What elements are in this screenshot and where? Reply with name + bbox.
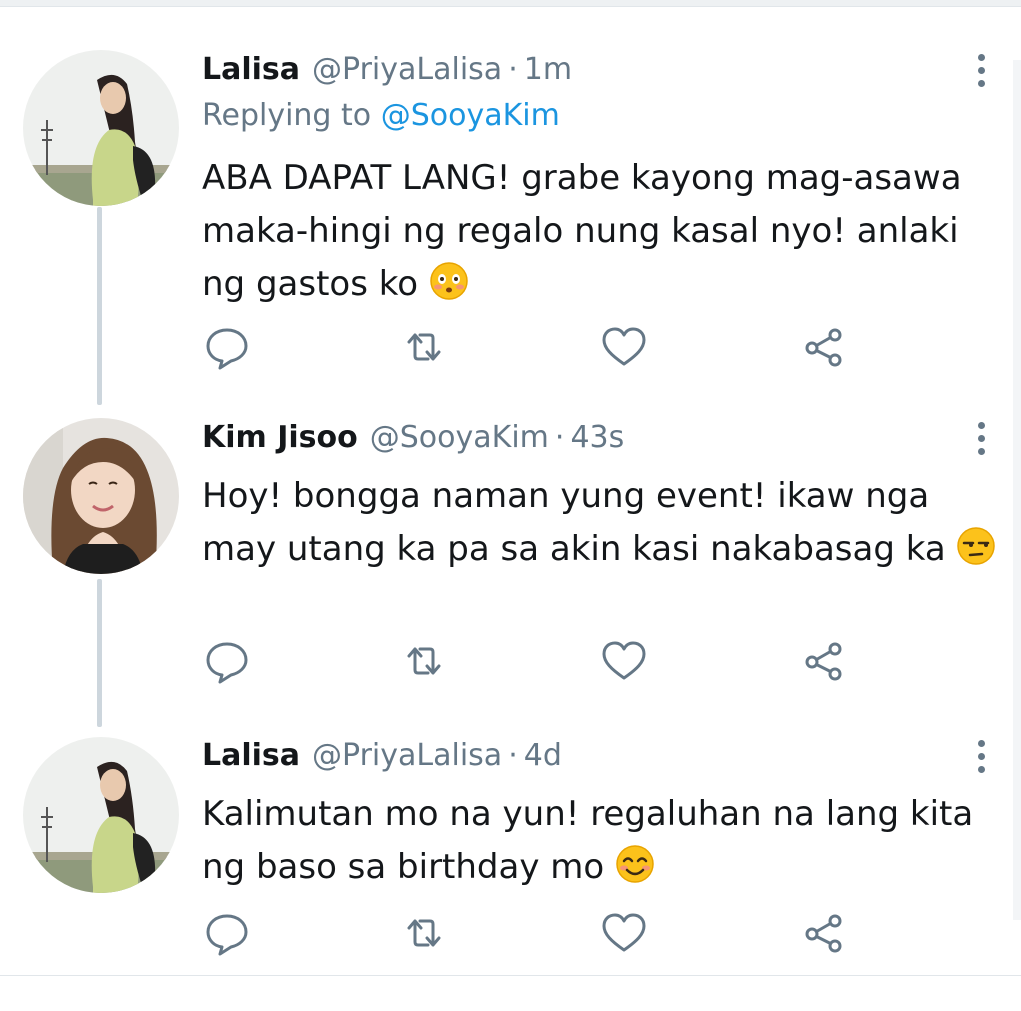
display-name[interactable]: Lalisa xyxy=(202,52,300,87)
bottom-divider xyxy=(0,975,1021,976)
flushed-face-icon xyxy=(430,262,468,300)
avatar-photo xyxy=(23,737,179,893)
thread-line xyxy=(97,207,102,405)
display-name[interactable]: Lalisa xyxy=(202,738,300,773)
tweet-text: ABA DAPAT LANG! grabe kayong mag-asawa m… xyxy=(202,158,962,304)
scrollbar[interactable] xyxy=(1013,60,1021,920)
tweet-body: ABA DAPAT LANG! grabe kayong mag-asawa m… xyxy=(202,152,1002,311)
reply-handle-link[interactable]: @SooyaKim xyxy=(381,98,560,133)
retweet-icon[interactable] xyxy=(399,908,449,958)
like-icon[interactable] xyxy=(599,908,649,958)
separator-dot: · xyxy=(508,738,518,773)
thread-line xyxy=(97,579,102,727)
tweet-body: Kalimutan mo na yun! regaluhan na lang k… xyxy=(202,788,1002,894)
tweet-text: Kalimutan mo na yun! regaluhan na lang k… xyxy=(202,794,974,887)
user-handle[interactable]: @SooyaKim xyxy=(370,420,549,455)
share-icon[interactable] xyxy=(799,322,849,372)
user-handle[interactable]: @PriyaLalisa xyxy=(312,52,502,87)
tweet-actions xyxy=(202,636,852,686)
reply-icon[interactable] xyxy=(202,908,252,958)
avatar[interactable] xyxy=(23,50,179,206)
unamused-face-icon xyxy=(957,527,996,565)
like-icon[interactable] xyxy=(599,322,649,372)
tweet-actions xyxy=(202,322,852,372)
tweet-text: Hoy! bongga naman yung event! ikaw nga m… xyxy=(202,476,946,569)
timestamp[interactable]: 1m xyxy=(524,52,572,87)
user-handle[interactable]: @PriyaLalisa xyxy=(312,738,502,773)
like-icon[interactable] xyxy=(599,636,649,686)
avatar[interactable] xyxy=(23,418,179,574)
tweet-body: Hoy! bongga naman yung event! ikaw nga m… xyxy=(202,470,1002,576)
tweet-header: Lalisa @PriyaLalisa · 4d xyxy=(202,738,562,778)
retweet-icon[interactable] xyxy=(399,322,449,372)
smiling-face-icon xyxy=(616,845,654,883)
more-options-icon[interactable] xyxy=(966,736,996,776)
more-options-icon[interactable] xyxy=(966,418,996,458)
avatar[interactable] xyxy=(23,737,179,893)
reply-icon[interactable] xyxy=(202,636,252,686)
avatar-photo xyxy=(23,418,179,574)
timestamp[interactable]: 43s xyxy=(570,420,624,455)
tweet-header: Lalisa @PriyaLalisa · 1m xyxy=(202,52,572,92)
avatar-photo xyxy=(23,50,179,206)
top-divider xyxy=(0,0,1021,7)
display-name[interactable]: Kim Jisoo xyxy=(202,420,358,455)
separator-dot: · xyxy=(508,52,518,87)
more-options-icon[interactable] xyxy=(966,50,996,90)
separator-dot: · xyxy=(554,420,565,455)
retweet-icon[interactable] xyxy=(399,636,449,686)
replying-to: Replying to @SooyaKim xyxy=(202,98,560,133)
tweet-actions xyxy=(202,908,852,958)
tweet-header: Kim Jisoo @SooyaKim · 43s xyxy=(202,420,624,460)
replying-to-label: Replying to xyxy=(202,98,372,133)
timestamp[interactable]: 4d xyxy=(524,738,562,773)
share-icon[interactable] xyxy=(799,636,849,686)
reply-icon[interactable] xyxy=(202,322,252,372)
share-icon[interactable] xyxy=(799,908,849,958)
